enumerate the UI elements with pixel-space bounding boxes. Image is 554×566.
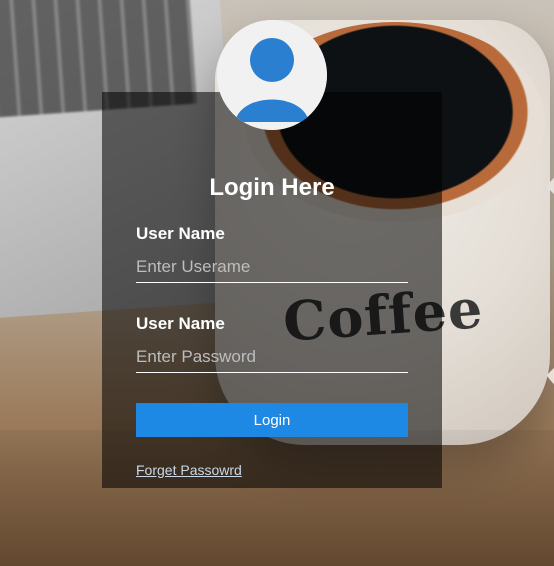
login-screen: Coffee Login Here User Name User Name Lo…: [0, 0, 554, 566]
login-title: Login Here: [209, 174, 335, 201]
password-input[interactable]: [136, 342, 408, 373]
username-input[interactable]: [136, 252, 408, 283]
forgot-password-link[interactable]: Forget Passowrd: [136, 462, 242, 478]
user-icon: [217, 20, 327, 130]
login-button[interactable]: Login: [136, 403, 408, 437]
password-label: User Name: [136, 314, 225, 333]
username-label: User Name: [136, 224, 225, 243]
login-panel: Login Here User Name User Name Login For…: [102, 92, 442, 488]
user-avatar: [217, 20, 327, 130]
